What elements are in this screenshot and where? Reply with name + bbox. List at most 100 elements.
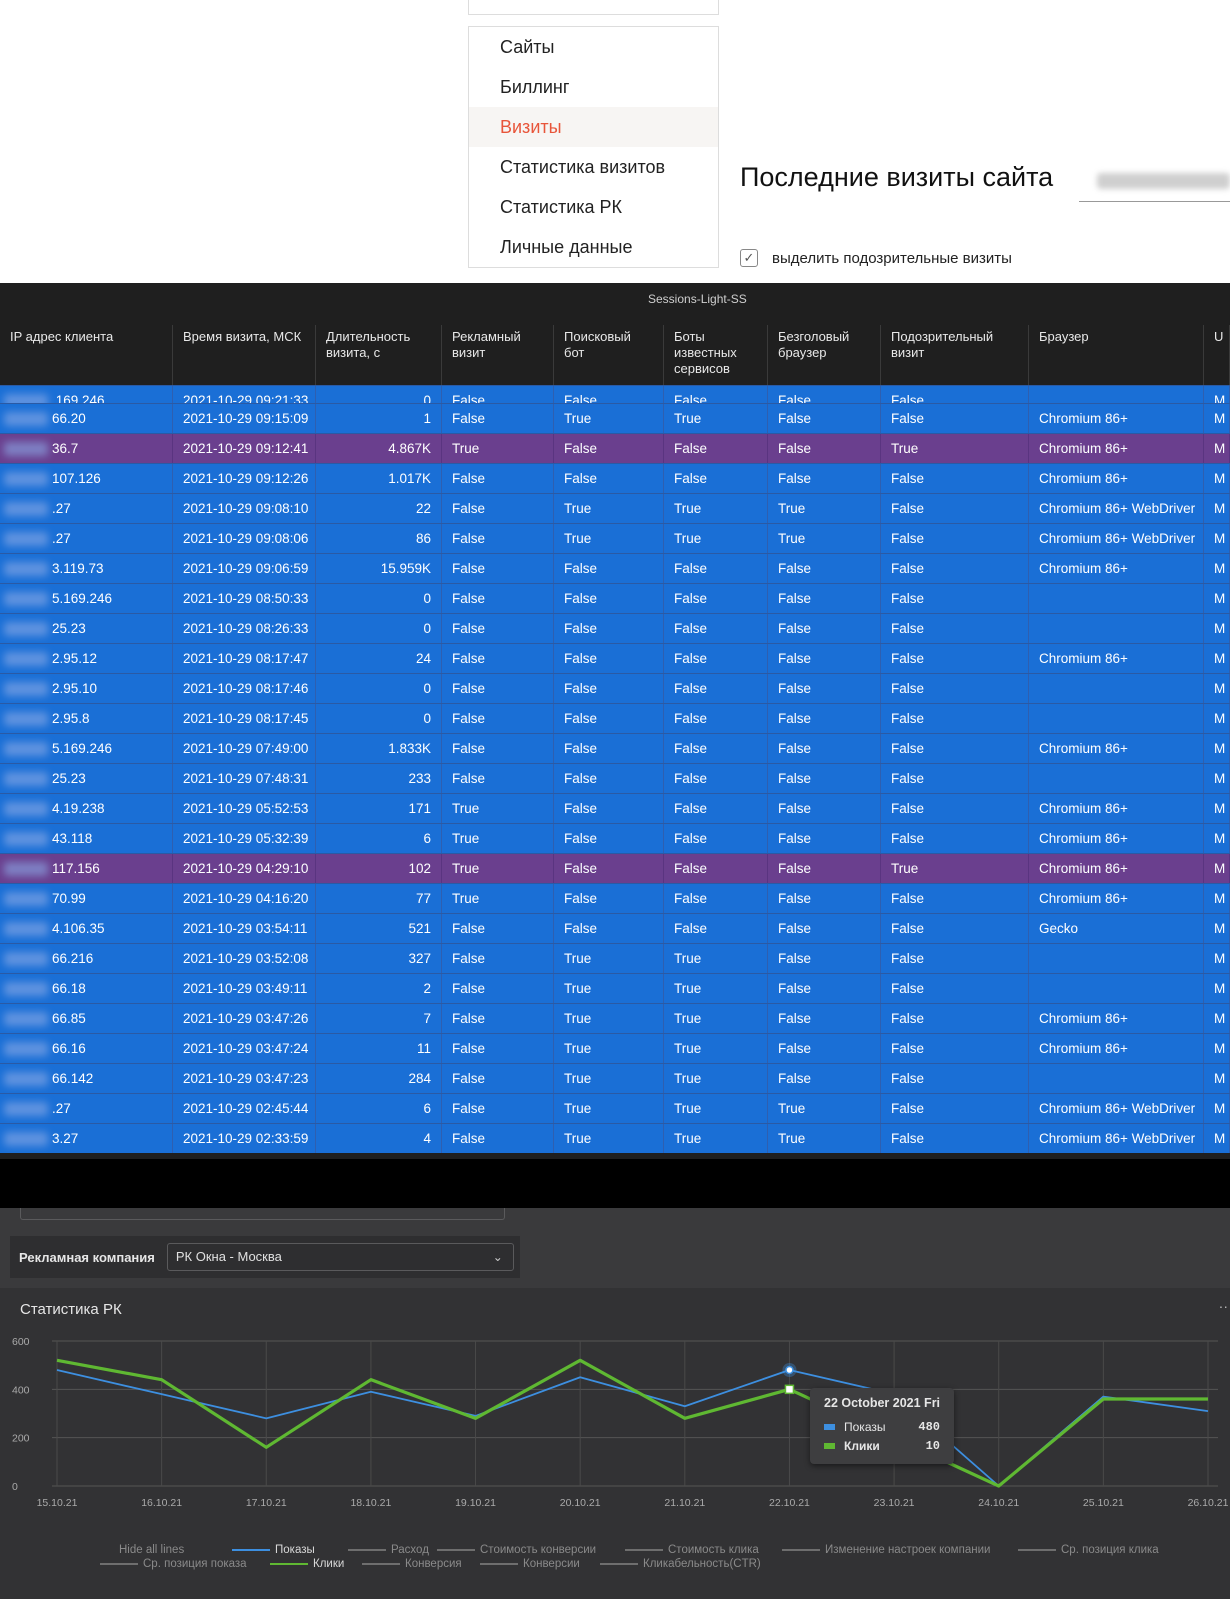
table-row[interactable]: .27 2021-10-29 09:08:06 86 False True True Tru…	[0, 523, 1230, 553]
table-row[interactable]: .27 2021-10-29 02:45:44 6 False True True True…	[0, 1093, 1230, 1123]
table-cell	[1029, 974, 1204, 1003]
table-cell: 2021-10-29 03:47:24	[173, 1034, 316, 1063]
legend-item[interactable]: Расход	[348, 1544, 429, 1556]
table-row[interactable]: 36.7 2021-10-29 09:12:41 4.867K True False Fa…	[0, 433, 1230, 463]
table-cell: Chromium 86+ WebDriver	[1029, 1124, 1204, 1153]
table-cell: True	[554, 1064, 664, 1093]
legend-item[interactable]: Стоимость конверсии	[437, 1544, 596, 1556]
legend-item[interactable]: Стоимость клика	[625, 1544, 759, 1556]
table-cell: 2021-10-29 04:29:10	[173, 854, 316, 883]
menu-item[interactable]: Сайты	[469, 27, 718, 67]
table-row[interactable]: 66.20 2021-10-29 09:15:09 1 False True True Fa…	[0, 403, 1230, 433]
table-row[interactable]: 5.169.246 2021-10-29 08:50:33 0 False False F…	[0, 583, 1230, 613]
table-cell: False	[664, 704, 768, 733]
table-cell: False	[442, 386, 554, 403]
table-cell: 284	[316, 1064, 442, 1093]
table-row[interactable]: 66.142 2021-10-29 03:47:23 284 False True Tru…	[0, 1063, 1230, 1093]
table-row[interactable]: .27 2021-10-29 09:08:10 22 False True True Tru…	[0, 493, 1230, 523]
menu-item[interactable]: Биллинг	[469, 67, 718, 107]
table-row[interactable]: 66.18 2021-10-29 03:49:11 2 False True True Fa…	[0, 973, 1230, 1003]
legend-line	[480, 1563, 518, 1565]
site-select-field[interactable]	[1079, 162, 1230, 202]
table-cell: 36.7	[0, 434, 173, 463]
top-input-remnant[interactable]	[468, 0, 719, 15]
table-row[interactable]: 107.126 2021-10-29 09:12:26 1.017K False Fal…	[0, 463, 1230, 493]
table-cell: 2021-10-29 03:47:26	[173, 1004, 316, 1033]
table-cell: M	[1204, 1034, 1230, 1063]
legend-item[interactable]: Ср. позиция клика	[1018, 1544, 1159, 1556]
ip-redacted	[4, 622, 48, 636]
legend-item[interactable]: Изменение настроек компании	[782, 1544, 990, 1556]
table-cell: False	[881, 464, 1029, 493]
table-cell: False	[442, 914, 554, 943]
menu-item[interactable]: Статистика РК	[469, 187, 718, 227]
table-row[interactable]: 25.23 2021-10-29 07:48:31 233 False False Fal…	[0, 763, 1230, 793]
menu-item[interactable]: Статистика визитов	[469, 147, 718, 187]
table-row[interactable]: 3.27 2021-10-29 02:33:59 4 False True True Tru…	[0, 1123, 1230, 1153]
y-tick-label: 200	[12, 1433, 30, 1445]
table-row[interactable]: 66.216 2021-10-29 03:52:08 327 False True Tru…	[0, 943, 1230, 973]
legend-item[interactable]: Клики	[270, 1558, 344, 1570]
x-tick-label: 21.10.21	[664, 1497, 705, 1509]
table-cell: False	[442, 1124, 554, 1153]
table-cell: 22	[316, 494, 442, 523]
legend-item[interactable]: Конверсия	[362, 1558, 462, 1570]
table-cell: False	[442, 1004, 554, 1033]
table-row[interactable]: 43.118 2021-10-29 05:32:39 6 True False False…	[0, 823, 1230, 853]
filter-field-remnant[interactable]	[20, 1208, 505, 1220]
legend-item[interactable]: Кликабельность(CTR)	[600, 1558, 761, 1570]
table-row[interactable]: 2.95.10 2021-10-29 08:17:46 0 False False Fal…	[0, 673, 1230, 703]
checkbox-checked-icon[interactable]: ✓	[740, 249, 758, 267]
ip-redacted	[4, 502, 48, 516]
ip-redacted	[4, 412, 48, 426]
table-cell: False	[664, 734, 768, 763]
table-cell: 25.23	[0, 764, 173, 793]
campaign-select[interactable]: РК Окна - Москва ⌄	[166, 1243, 514, 1271]
table-cell: M	[1204, 704, 1230, 733]
menu-item[interactable]: Личные данные	[469, 227, 718, 267]
ip-redacted	[4, 892, 48, 906]
highlight-suspicious-toggle[interactable]: ✓ выделить подозрительные визиты	[740, 249, 1012, 267]
shows-swatch	[824, 1423, 835, 1430]
table-cell: Gecko	[1029, 914, 1204, 943]
ip-text: 70.99	[52, 891, 86, 906]
table-cell: 43.118	[0, 824, 173, 853]
table-cell: 2.95.8	[0, 704, 173, 733]
site-url-redacted	[1097, 173, 1230, 189]
table-cell: True	[664, 1034, 768, 1063]
table-row[interactable]: 2.95.8 2021-10-29 08:17:45 0 False False Fals…	[0, 703, 1230, 733]
table-cell: True	[554, 1094, 664, 1123]
table-cell: False	[664, 674, 768, 703]
line-chart: 0 200 400 600 15.10.21 16.10.21 17.10.21 18.10.…	[12, 1336, 1229, 1509]
table-row[interactable]: 2.95.12 2021-10-29 08:17:47 24 False False Fa…	[0, 643, 1230, 673]
table-cell: 2.95.12	[0, 644, 173, 673]
table-row[interactable]: 66.85 2021-10-29 03:47:26 7 False True True Fa…	[0, 1003, 1230, 1033]
ip-text: .27	[52, 531, 71, 546]
table-cell	[1029, 584, 1204, 613]
menu-item[interactable]: Визиты	[469, 107, 718, 147]
ip-redacted	[4, 472, 48, 486]
table-row[interactable]: 4.19.238 2021-10-29 05:52:53 171 True False F…	[0, 793, 1230, 823]
table-cell: M	[1204, 1094, 1230, 1123]
ip-text: 4.106.35	[52, 921, 105, 936]
table-cell: False	[664, 644, 768, 673]
series-line	[56, 1369, 1209, 1487]
legend-item[interactable]: Показы	[232, 1544, 315, 1556]
table-row[interactable]: 4.106.35 2021-10-29 03:54:11 521 False False…	[0, 913, 1230, 943]
table-cell: M	[1204, 386, 1230, 403]
table-row[interactable]: 3.119.73 2021-10-29 09:06:59 15.959K False F…	[0, 553, 1230, 583]
legend-item[interactable]: Конверсии	[480, 1558, 580, 1570]
table-row[interactable]: 66.16 2021-10-29 03:47:24 11 False True True F…	[0, 1033, 1230, 1063]
table-cell: False	[442, 554, 554, 583]
table-row[interactable]: 117.156 2021-10-29 04:29:10 102 True False Fa…	[0, 853, 1230, 883]
ip-text: 66.85	[52, 1011, 86, 1026]
table-row[interactable]: 5.169.246 2021-10-29 07:49:00 1.833K False F…	[0, 733, 1230, 763]
table-row[interactable]: 25.23 2021-10-29 08:26:33 0 False False False…	[0, 613, 1230, 643]
table-cell: True	[554, 944, 664, 973]
legend-item[interactable]: Hide all lines	[76, 1544, 184, 1556]
ip-text: 2.95.8	[52, 711, 90, 726]
legend-item[interactable]: Ср. позиция показа	[100, 1558, 247, 1570]
table-cell: False	[664, 824, 768, 853]
table-row[interactable]: 70.99 2021-10-29 04:16:20 77 True False False…	[0, 883, 1230, 913]
table-row[interactable]: .169.246 2021-10-29 09:21:33 0 False False Fa…	[0, 385, 1230, 403]
